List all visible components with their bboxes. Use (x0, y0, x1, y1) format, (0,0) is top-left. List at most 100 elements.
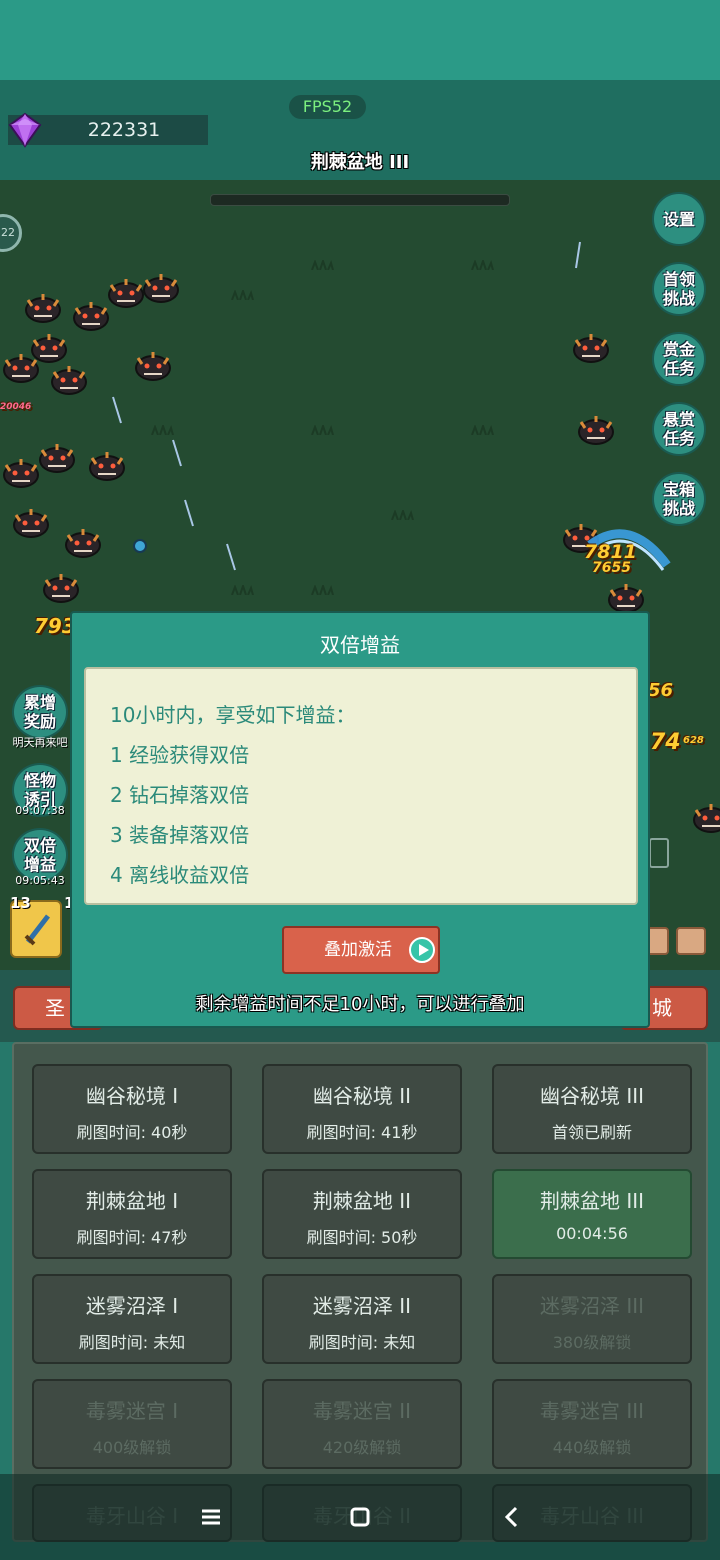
monster-sprite (13, 509, 49, 538)
grass-tuft (471, 425, 494, 435)
grass-tuft (151, 425, 174, 435)
equipment-level: 13 (10, 894, 31, 912)
stage-status: 380级解锁 (552, 1333, 632, 1352)
play-video-icon (409, 937, 435, 963)
stage-progress-bar (210, 194, 510, 206)
stage-status: 420级解锁 (322, 1438, 402, 1457)
monster-sprite (135, 352, 171, 381)
monster-sprite (25, 294, 61, 323)
stage-name: 迷雾沼泽 I (85, 1294, 179, 1318)
stage-button[interactable]: 幽谷秘境 II 刷图时间: 41秒 (262, 1064, 462, 1154)
cumulative-reward-status: 明天再来吧 (12, 736, 68, 749)
monster-sprite (693, 804, 720, 833)
menu-icon[interactable] (196, 1502, 226, 1532)
bounty-task-button[interactable]: 赏金 任务 (652, 332, 706, 386)
stage-button[interactable]: 迷雾沼泽 III 380级解锁 (492, 1274, 692, 1364)
stage-button[interactable]: 迷雾沼泽 I 刷图时间: 未知 (32, 1274, 232, 1364)
arrow-projectile (172, 439, 182, 467)
level-badge: 22 (0, 214, 22, 252)
stage-status: 刷图时间: 未知 (308, 1333, 416, 1352)
stage-button[interactable]: 幽谷秘境 III 首领已刷新 (492, 1064, 692, 1154)
monster-sprite (43, 574, 79, 603)
grass-tuft (471, 260, 494, 270)
fps-counter: FPS52 (289, 95, 366, 119)
monster-sprite (573, 334, 609, 363)
stage-status: 刷图时间: 50秒 (306, 1228, 418, 1247)
pet-icon[interactable] (676, 927, 706, 955)
arrow-projectile (226, 543, 236, 571)
boss-challenge-button[interactable]: 首领 挑战 (652, 262, 706, 316)
stage-button[interactable]: 毒雾迷宫 III 440级解锁 (492, 1379, 692, 1469)
stage-button[interactable]: 荆棘盆地 III 00:04:56 (492, 1169, 692, 1259)
stage-button[interactable]: 荆棘盆地 I 刷图时间: 47秒 (32, 1169, 232, 1259)
top-hud: 222331 FPS52 荆棘盆地 III (0, 80, 720, 180)
stage-button[interactable]: 毒雾迷宫 I 400级解锁 (32, 1379, 232, 1469)
monster-sprite (3, 354, 39, 383)
home-icon[interactable] (345, 1502, 375, 1532)
monster-sprite (578, 416, 614, 445)
monster-sprite (3, 459, 39, 488)
damage-number: 56 (648, 680, 674, 701)
stage-status: 刷图时间: 41秒 (306, 1123, 418, 1142)
stage-title: 荆棘盆地 III (310, 152, 410, 173)
damage-number: 7655 (592, 560, 631, 576)
activate-label: 叠加激活 (324, 940, 392, 960)
gem-counter: 222331 (8, 112, 208, 148)
stage-name: 幽谷秘境 I (85, 1084, 179, 1108)
stage-status: 00:04:56 (556, 1224, 628, 1243)
buff-description: 10小时内，享受如下增益： (110, 703, 356, 727)
damage-number: 628 (683, 735, 704, 746)
stage-name: 荆棘盆地 I (85, 1189, 179, 1213)
orb-projectile (133, 539, 147, 553)
double-buff-dialog: 双倍增益 10小时内，享受如下增益： 1 经验获得双倍 2 钻石掉落双倍 3 装… (70, 611, 650, 1028)
stage-status: 首领已刷新 (551, 1123, 632, 1142)
dialog-body: 10小时内，享受如下增益： 1 经验获得双倍 2 钻石掉落双倍 3 装备掉落双倍… (84, 667, 638, 905)
activate-button[interactable]: 叠加激活 (282, 926, 440, 974)
stage-name: 幽谷秘境 II (312, 1084, 412, 1108)
grass-tuft (231, 290, 254, 300)
monster-sprite (65, 529, 101, 558)
stage-name: 幽谷秘境 III (539, 1084, 645, 1108)
cumulative-reward-button[interactable]: 累增 奖励 (12, 685, 68, 739)
square-icon[interactable] (649, 838, 669, 868)
monster-lure-timer: 09:07:38 (15, 804, 65, 817)
stage-name: 毒雾迷宫 II (312, 1399, 412, 1423)
chest-challenge-button[interactable]: 宝箱 挑战 (652, 472, 706, 526)
settings-button[interactable]: 设置 (652, 192, 706, 246)
reward-task-button[interactable]: 悬赏 任务 (652, 402, 706, 456)
stage-button[interactable]: 幽谷秘境 I 刷图时间: 40秒 (32, 1064, 232, 1154)
stage-status: 440级解锁 (552, 1438, 632, 1457)
grass-tuft (391, 510, 414, 520)
stage-name: 荆棘盆地 III (539, 1189, 645, 1213)
diamond-icon (8, 112, 42, 148)
monster-sprite (143, 274, 179, 303)
grass-tuft (231, 585, 254, 595)
stage-name: 荆棘盆地 II (312, 1189, 412, 1213)
arrow-projectile (112, 396, 122, 424)
grass-tuft (311, 425, 334, 435)
damage-number: 74 (650, 730, 681, 755)
system-nav-bar (0, 1474, 720, 1560)
grass-tuft (311, 260, 334, 270)
dialog-note: 剩余增益时间不足10小时，可以进行叠加 (195, 994, 525, 1015)
stage-button[interactable]: 荆棘盆地 II 刷图时间: 50秒 (262, 1169, 462, 1259)
stage-status: 400级解锁 (92, 1438, 172, 1457)
stage-button[interactable]: 毒雾迷宫 II 420级解锁 (262, 1379, 462, 1469)
buff-item: 1 经验获得双倍 (110, 743, 250, 767)
gem-count: 222331 (87, 119, 161, 141)
equipment-slot[interactable]: 13 (10, 894, 62, 958)
stage-status: 刷图时间: 40秒 (76, 1123, 188, 1142)
stage-status: 刷图时间: 未知 (78, 1333, 186, 1352)
back-icon[interactable] (497, 1502, 527, 1532)
grass-tuft (311, 585, 334, 595)
stage-panel: 幽谷秘境 I 刷图时间: 40秒 幽谷秘境 II 刷图时间: 41秒 幽谷秘境 III 首… (12, 1042, 708, 1542)
buff-item: 2 钻石掉落双倍 (110, 783, 250, 807)
stage-button[interactable]: 迷雾沼泽 II 刷图时间: 未知 (262, 1274, 462, 1364)
status-bar (0, 0, 720, 80)
arrow-projectile (184, 499, 194, 527)
damage-number: 20046 (0, 402, 32, 412)
stage-name: 毒雾迷宫 III (539, 1399, 645, 1423)
monster-sprite (89, 452, 125, 481)
stage-name: 迷雾沼泽 III (539, 1294, 645, 1318)
buff-item: 3 装备掉落双倍 (110, 823, 250, 847)
